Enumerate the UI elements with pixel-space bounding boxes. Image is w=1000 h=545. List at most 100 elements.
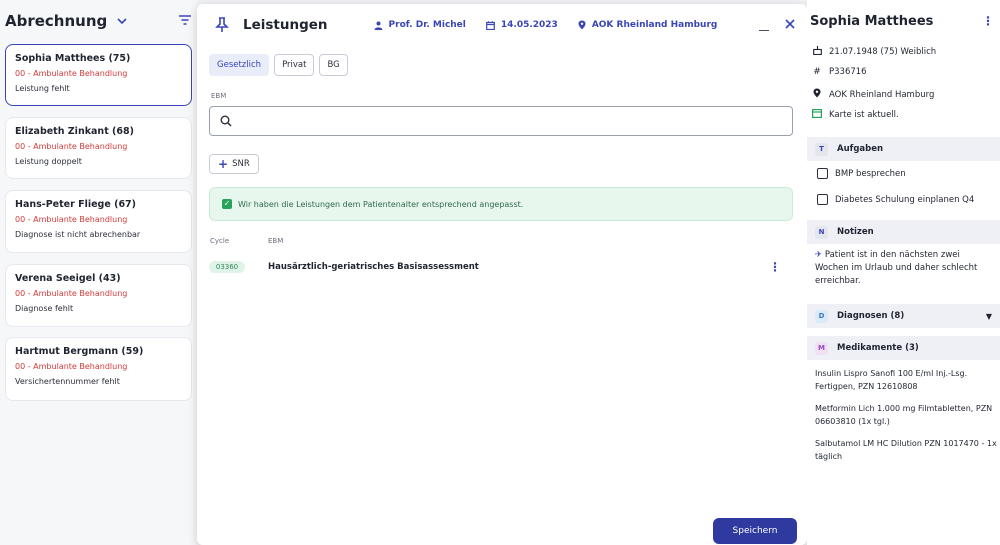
doctor-info: Prof. Dr. Michel — [374, 20, 466, 30]
patient-insurance: AOK Rheinland Hamburg — [829, 89, 935, 100]
patient-id-row: # P336716 — [812, 67, 867, 77]
section-diagnosen[interactable]: D Diagnosen (8) ▼ — [807, 304, 1000, 328]
patient-case-code: 00 - Ambulante Behandlung — [15, 362, 128, 371]
section-title: Medikamente (3) — [837, 343, 919, 353]
modal-title: Leistungen — [243, 17, 328, 33]
ebm-search-input[interactable] — [240, 115, 792, 127]
billing-type-tabs: Gesetzlich Privat BG — [209, 54, 353, 76]
search-icon — [220, 115, 232, 127]
person-icon — [374, 21, 383, 30]
patient-list-header: Abrechnung — [0, 0, 197, 42]
save-button[interactable]: Speichern — [713, 518, 797, 544]
medication-item: Metformin Lich 1.000 mg Filmtabletten, P… — [815, 404, 993, 426]
patient-card[interactable]: Hans-Peter Fliege (67) 00 - Ambulante Be… — [5, 190, 192, 253]
airplane-icon: ✈ — [815, 250, 823, 260]
caret-down-icon[interactable]: ▼ — [986, 312, 992, 321]
medication-item: Salbutamol LM HC Dilution PZN 1017470 - … — [815, 439, 997, 461]
table-row[interactable]: 03360 Hausärztlich-geriatrisches Basisas… — [209, 258, 793, 276]
ebm-description: Hausärztlich-geriatrisches Basisassessme… — [268, 262, 479, 272]
patient-list-panel: Abrechnung Sophia Matthees (75) 00 - Amb… — [0, 0, 197, 545]
pin-icon[interactable] — [215, 17, 229, 33]
task-checkbox[interactable] — [817, 194, 828, 205]
insurance-info: AOK Rheinland Hamburg — [578, 20, 718, 30]
patient-name: Verena Seeigel (43) — [15, 273, 121, 284]
leistungen-modal: Leistungen Prof. Dr. Michel 14.05.2023 A… — [197, 4, 807, 545]
task-checkbox[interactable] — [817, 168, 828, 179]
row-menu-icon[interactable]: ⋮ — [769, 260, 781, 274]
medications-badge-icon: M — [815, 341, 828, 355]
modal-actions — [759, 17, 795, 33]
medication-item: Insulin Lispro Sanofi 100 E/ml Inj.-Lsg.… — [815, 369, 968, 391]
patient-card[interactable]: Hartmut Bergmann (59) 00 - Ambulante Beh… — [5, 337, 192, 401]
ebm-search-box[interactable] — [209, 106, 793, 136]
patient-insurance-row: AOK Rheinland Hamburg — [812, 88, 934, 101]
patient-name: Hans-Peter Fliege (67) — [15, 199, 137, 210]
section-aufgaben[interactable]: T Aufgaben — [807, 137, 1000, 161]
patient-note-text: Patient ist in den nächsten zwei Wochen … — [815, 250, 978, 286]
column-header-ebm: EBM — [268, 237, 284, 245]
patient-details-header: Sophia Matthees ⋮ — [807, 0, 1000, 42]
alert-text: Wir haben die Leistungen dem Patientenal… — [238, 199, 524, 209]
hash-icon: # — [813, 67, 821, 77]
patient-case-code: 00 - Ambulante Behandlung — [15, 289, 128, 298]
patient-issue: Versichertennummer fehlt — [15, 377, 120, 386]
patient-issue: Diagnose fehlt — [15, 304, 74, 313]
ebm-code-badge: 03360 — [209, 261, 245, 273]
ebm-label: EBM — [211, 92, 227, 100]
patient-issue: Diagnose ist nicht abrechenbar — [15, 230, 141, 239]
insurance-card-status: Karte ist aktuell. — [829, 110, 899, 120]
section-title: Diagnosen (8) — [837, 311, 905, 321]
patient-note: ✈ Patient ist in den nächsten zwei Woche… — [815, 249, 995, 288]
patient-dob-row: 21.07.1948 (75) Weiblich — [812, 45, 936, 58]
cake-icon — [812, 45, 822, 58]
patient-issue: Leistung doppelt — [15, 157, 82, 166]
insurance-name: AOK Rheinland Hamburg — [591, 20, 718, 30]
section-notizen[interactable]: N Notizen — [807, 220, 1000, 244]
check-icon: ✓ — [222, 199, 232, 209]
patient-case-code: 00 - Ambulante Behandlung — [15, 69, 128, 78]
patient-card[interactable]: Elizabeth Zinkant (68) 00 - Ambulante Be… — [5, 117, 192, 179]
patient-card[interactable]: Verena Seeigel (43) 00 - Ambulante Behan… — [5, 264, 192, 327]
add-snr-button[interactable]: + SNR — [209, 154, 259, 174]
patient-name: Sophia Matthees (75) — [15, 53, 131, 64]
section-title: Aufgaben — [837, 144, 884, 154]
chevron-down-icon[interactable] — [117, 15, 127, 28]
section-medikamente[interactable]: M Medikamente (3) — [807, 336, 1000, 360]
filter-icon[interactable] — [179, 14, 191, 28]
patient-card[interactable]: Sophia Matthees (75) 00 - Ambulante Beha… — [5, 44, 192, 106]
patient-dob: 21.07.1948 (75) Weiblich — [829, 46, 937, 57]
patient-name: Elizabeth Zinkant (68) — [15, 126, 134, 137]
location-pin-icon — [812, 88, 822, 101]
success-alert: ✓ Wir haben die Leistungen dem Patienten… — [209, 187, 793, 221]
patient-issue: Leistung fehlt — [15, 84, 70, 93]
patient-list-title: Abrechnung — [5, 12, 108, 30]
modal-meta: Prof. Dr. Michel 14.05.2023 AOK Rheinlan… — [374, 20, 738, 30]
patient-name: Hartmut Bergmann (59) — [15, 346, 144, 357]
insurance-card-row: Karte ist aktuell. — [812, 109, 899, 121]
close-icon[interactable] — [785, 17, 795, 33]
date-value: 14.05.2023 — [500, 20, 558, 30]
patient-details-panel: Sophia Matthees ⋮ 21.07.1948 (75) Weibli… — [807, 0, 1000, 545]
location-pin-icon — [578, 20, 586, 30]
diagnoses-badge-icon: D — [815, 309, 828, 323]
task-label: BMP besprechen — [835, 168, 906, 179]
patient-case-code: 00 - Ambulante Behandlung — [15, 215, 128, 224]
date-info: 14.05.2023 — [485, 20, 558, 30]
task-label: Diabetes Schulung einplanen Q4 — [835, 194, 975, 205]
minimize-icon[interactable] — [759, 19, 769, 31]
tab-bg[interactable]: BG — [319, 54, 348, 76]
plus-icon: + — [218, 157, 229, 171]
tab-privat[interactable]: Privat — [274, 54, 315, 76]
card-icon — [812, 109, 823, 121]
modal-header: Leistungen Prof. Dr. Michel 14.05.2023 A… — [197, 4, 807, 46]
patient-detail-name: Sophia Matthees — [810, 13, 934, 29]
patient-id: P336716 — [829, 67, 867, 77]
more-options-icon[interactable]: ⋮ — [982, 14, 994, 28]
task-item[interactable]: BMP besprechen — [817, 168, 906, 179]
notes-badge-icon: N — [815, 225, 828, 239]
tab-gesetzlich[interactable]: Gesetzlich — [209, 54, 270, 76]
task-item[interactable]: Diabetes Schulung einplanen Q4 — [817, 194, 974, 205]
section-title: Notizen — [837, 227, 874, 237]
doctor-name: Prof. Dr. Michel — [388, 20, 466, 30]
tasks-badge-icon: T — [815, 142, 828, 156]
